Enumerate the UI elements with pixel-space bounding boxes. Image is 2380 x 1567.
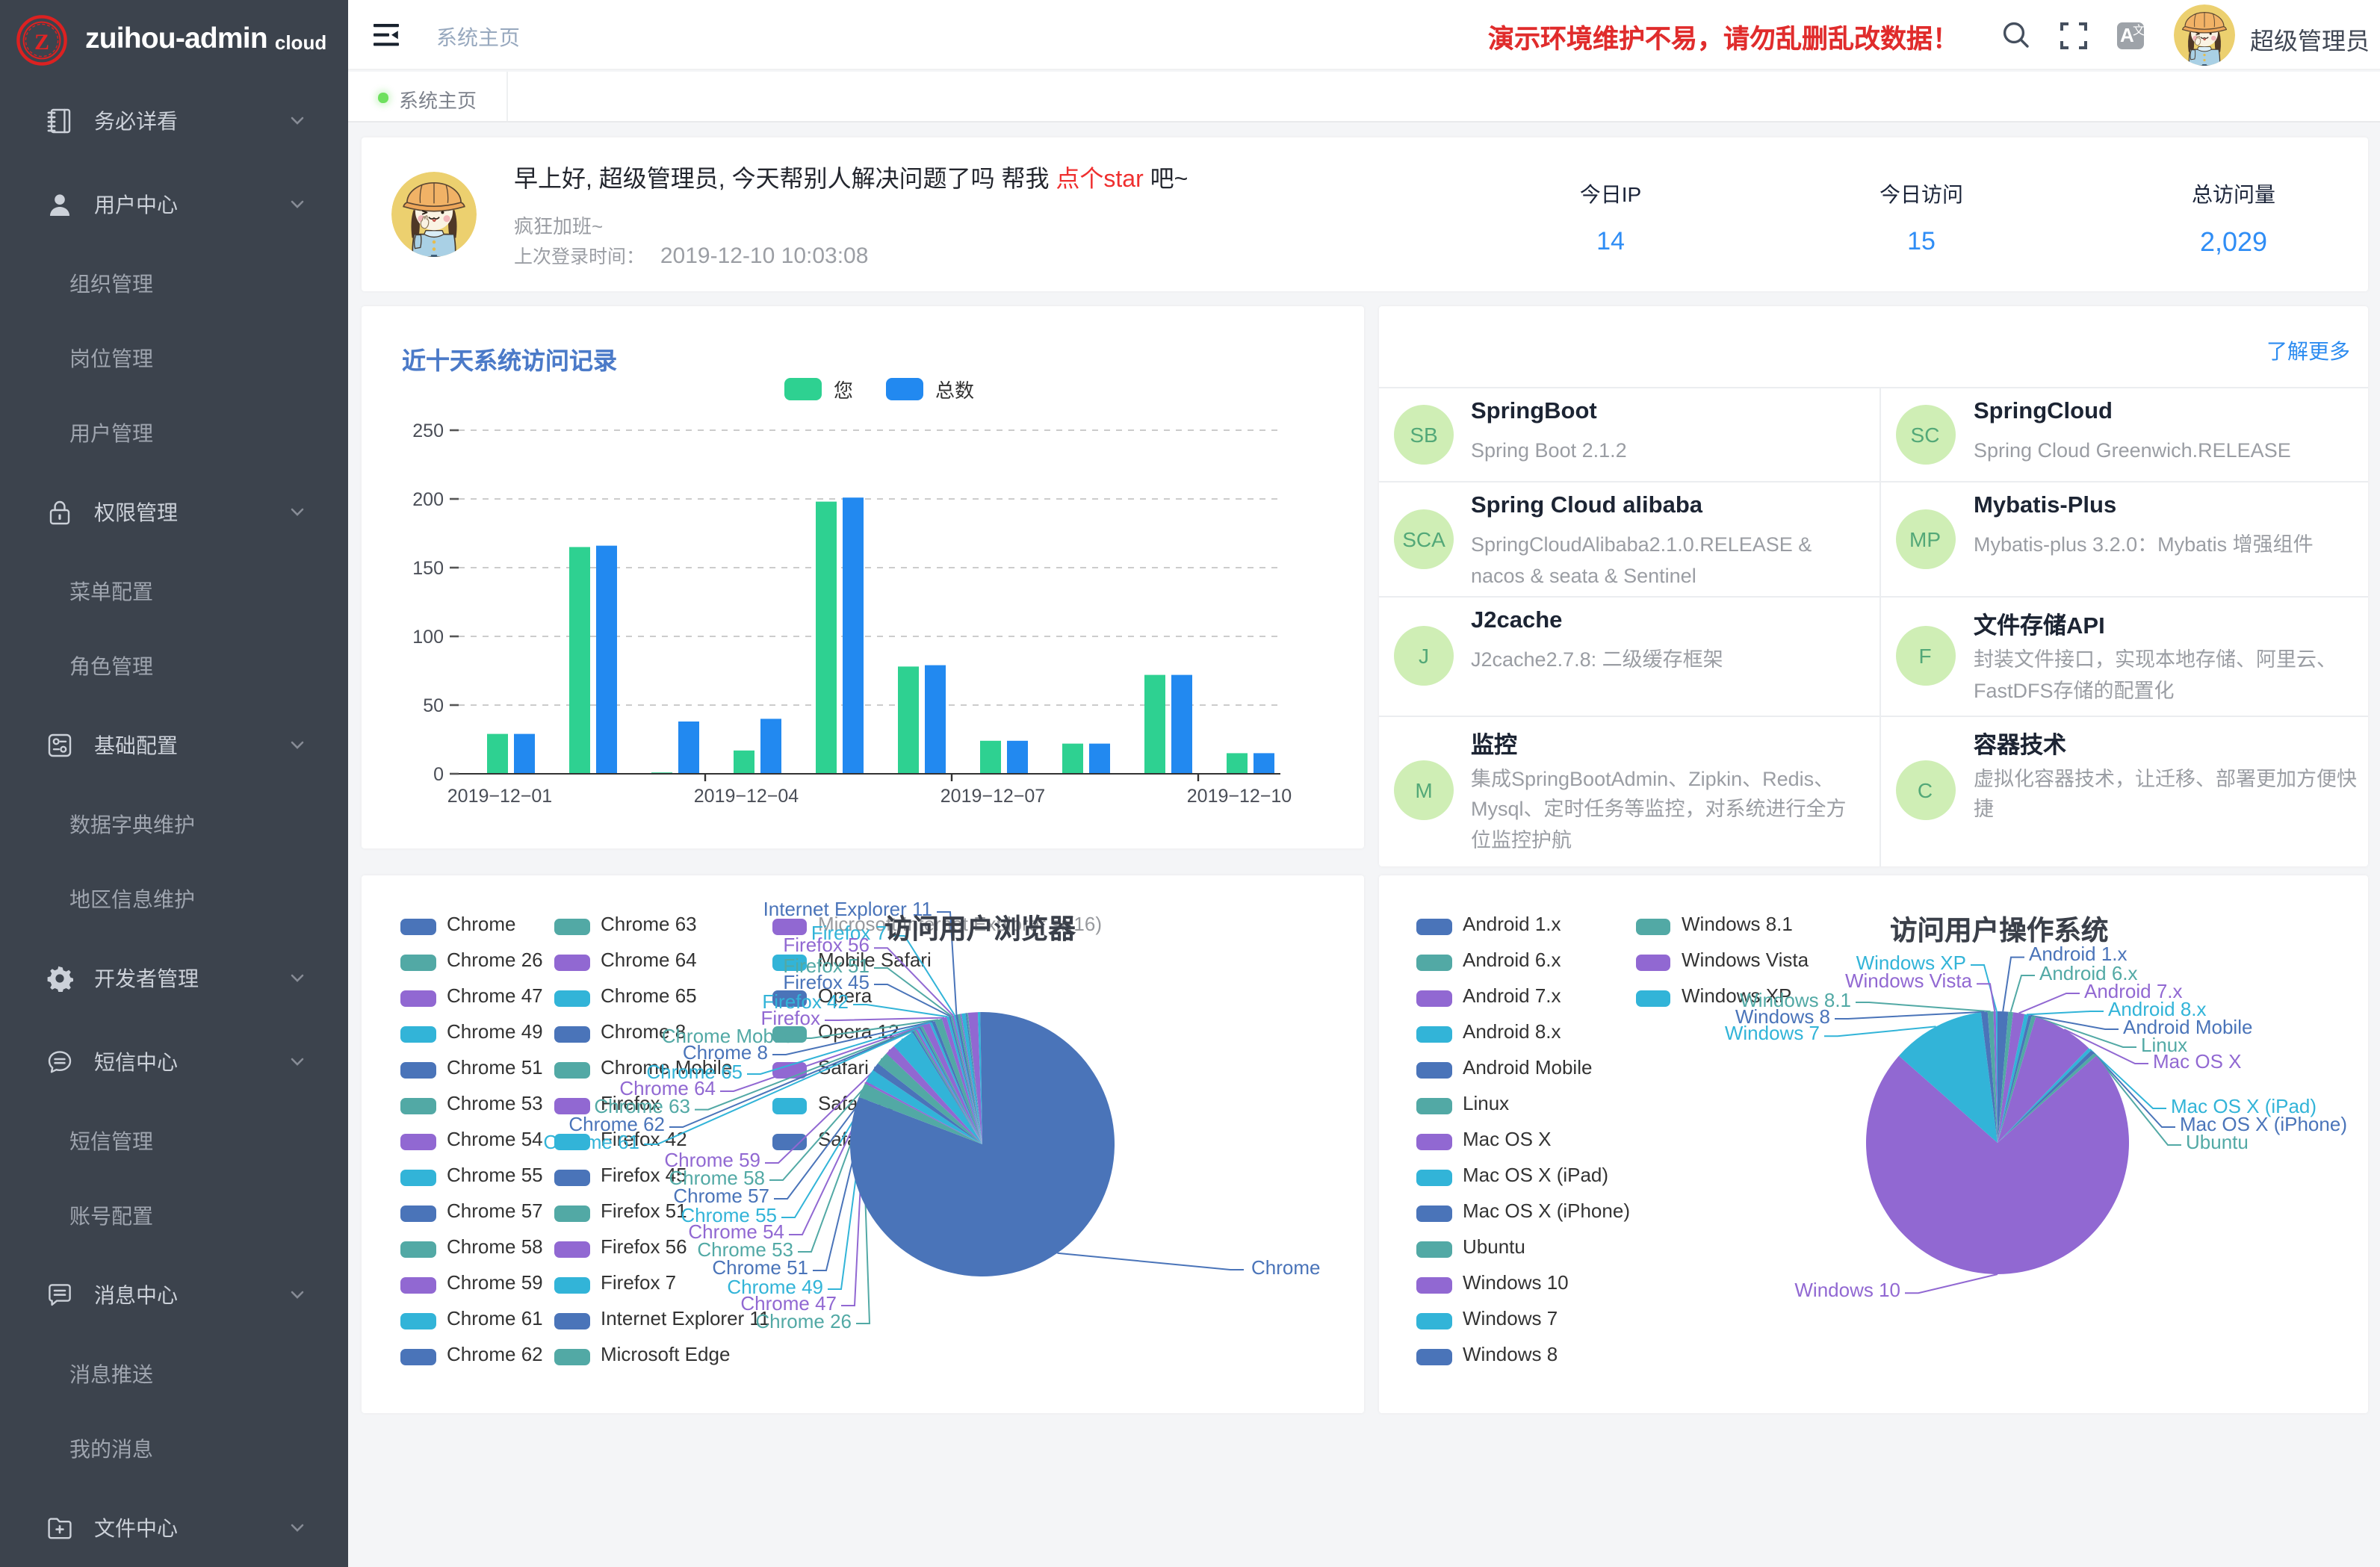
- svg-text:2019−12−10: 2019−12−10: [1187, 786, 1292, 807]
- svg-text:Z: Z: [34, 29, 49, 54]
- svg-text:150: 150: [412, 558, 444, 579]
- svg-text:50: 50: [423, 695, 444, 716]
- svg-text:2019−12−01: 2019−12−01: [447, 786, 552, 807]
- svg-text:250: 250: [412, 421, 444, 441]
- svg-text:2019−12−04: 2019−12−04: [694, 786, 799, 807]
- svg-text:100: 100: [412, 627, 444, 648]
- svg-text:0: 0: [433, 764, 444, 785]
- svg-text:2019−12−07: 2019−12−07: [940, 786, 1045, 807]
- svg-text:200: 200: [412, 489, 444, 510]
